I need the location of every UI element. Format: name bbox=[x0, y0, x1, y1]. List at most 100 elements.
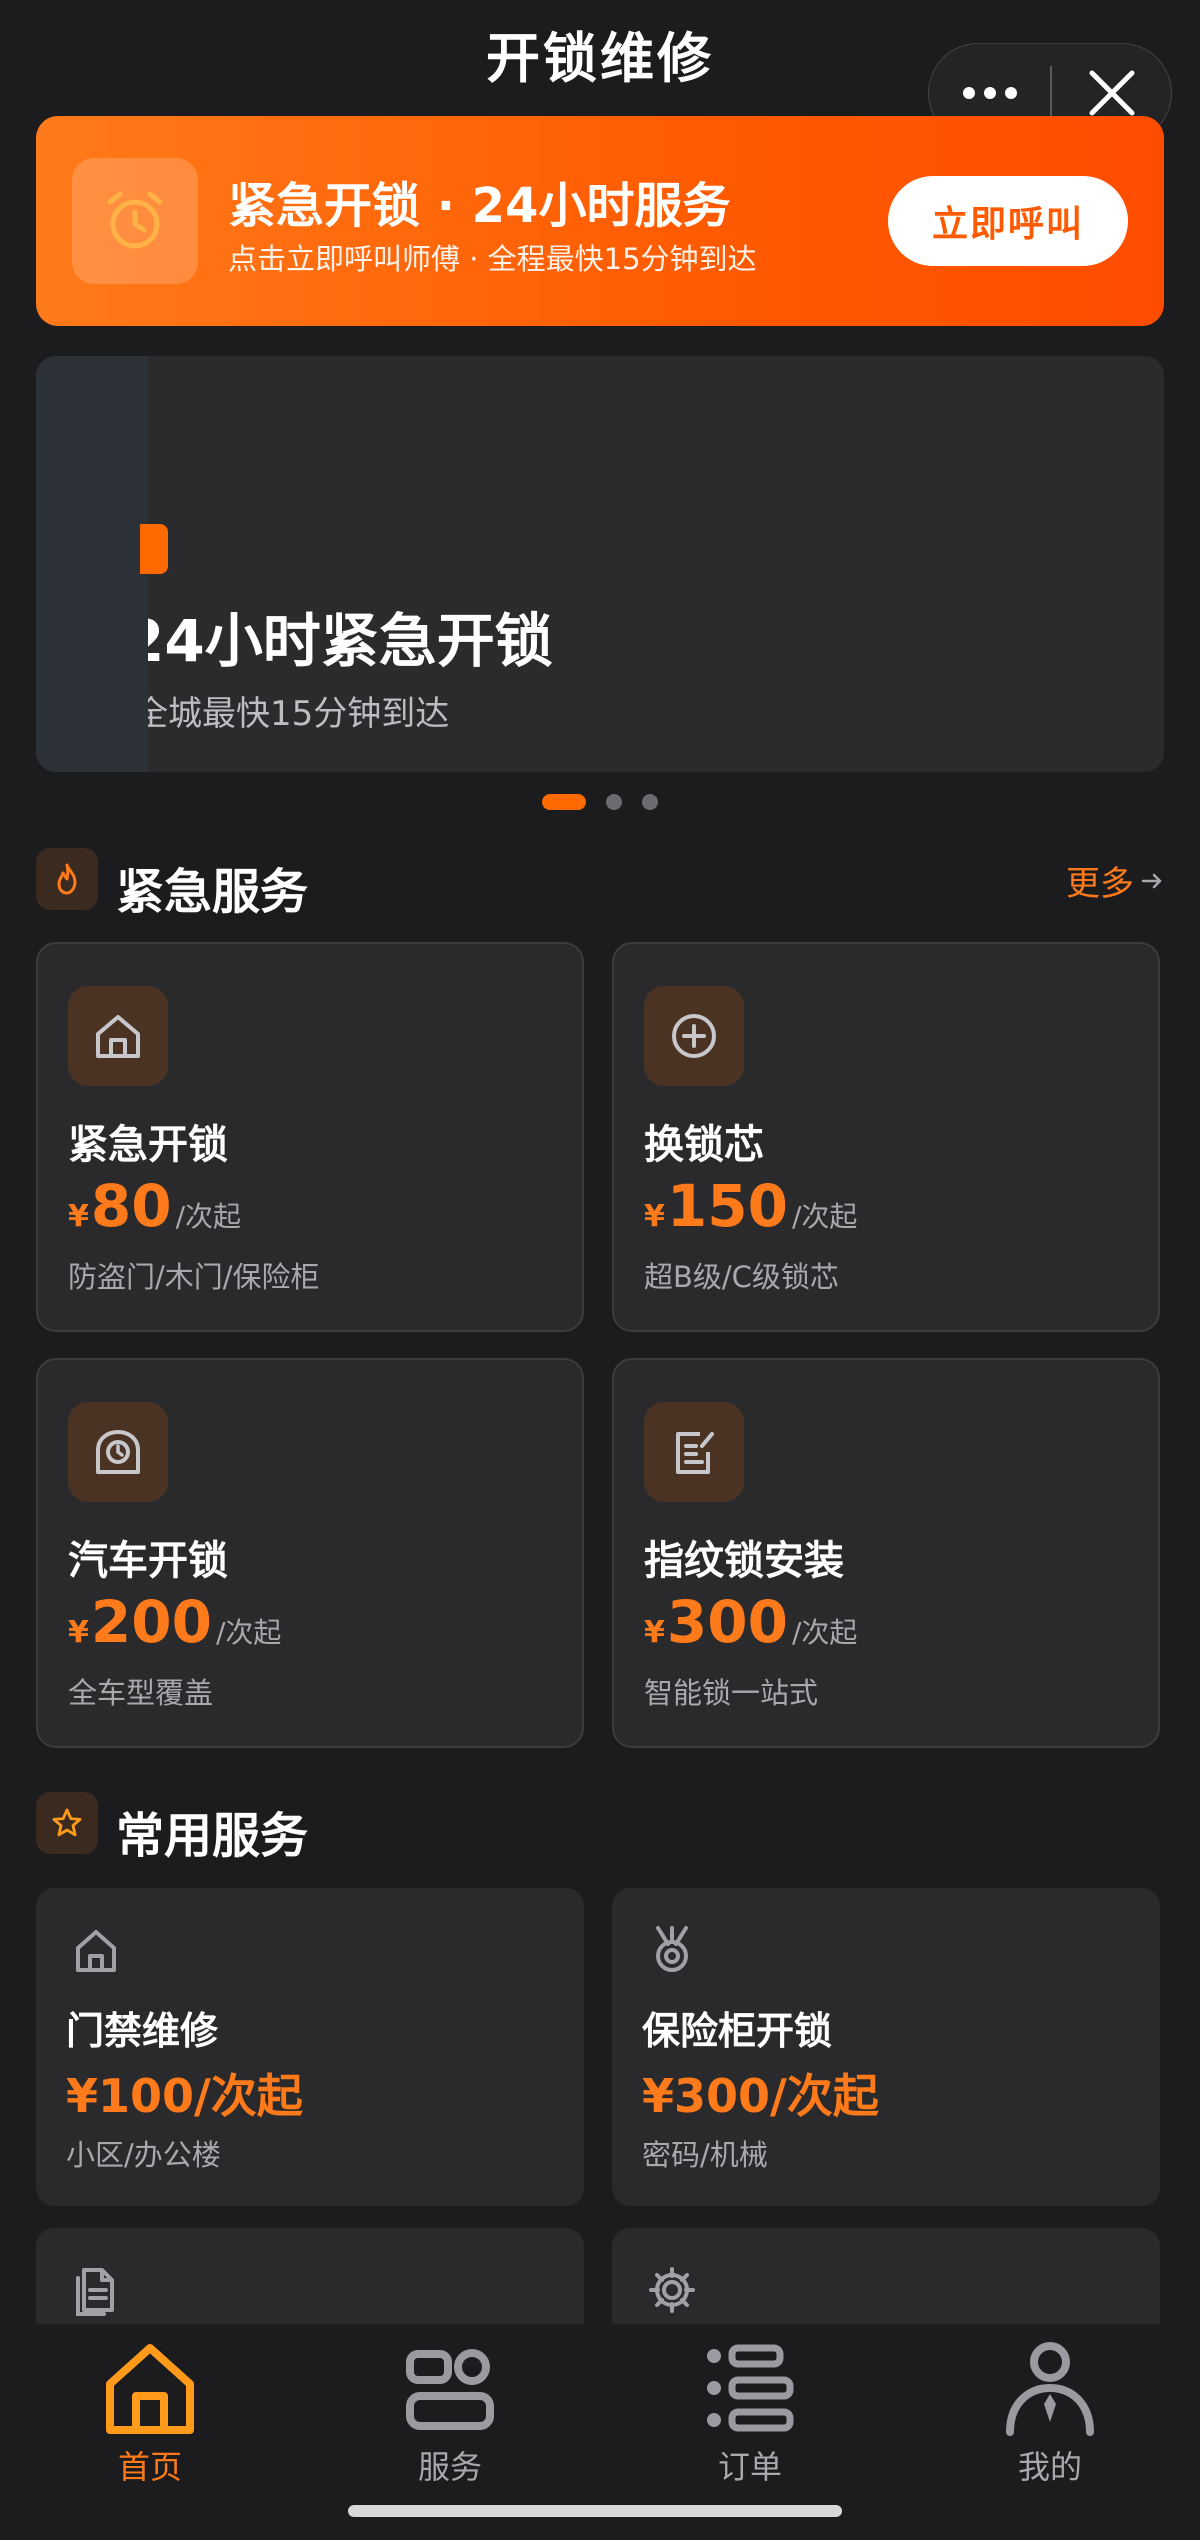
service-icon-box bbox=[68, 1402, 168, 1502]
tab-icon-box bbox=[400, 2338, 500, 2438]
service-price: ¥ 200 /次起 bbox=[68, 1588, 281, 1656]
currency-symbol: ¥ bbox=[644, 1199, 665, 1234]
common-service-price: ¥100/次起 bbox=[66, 2069, 303, 2123]
top-bar: 开锁维修 bbox=[0, 0, 1200, 143]
call-now-button[interactable]: 立即呼叫 bbox=[888, 176, 1128, 266]
price-unit: /次起 bbox=[215, 1616, 282, 1649]
house-icon bbox=[96, 1015, 140, 1058]
plus-circle-icon bbox=[672, 1014, 716, 1058]
tab-home[interactable]: 首页 bbox=[0, 2324, 300, 2486]
service-card-replace-cylinder[interactable]: 换锁芯 ¥ 150 /次起 超B级/C级锁芯 bbox=[612, 942, 1160, 1332]
medal-icon bbox=[656, 1926, 688, 1972]
currency-symbol: ¥ bbox=[644, 1615, 665, 1650]
price-amount: 150 bbox=[666, 1172, 788, 1240]
service-name: 换锁芯 bbox=[644, 1122, 764, 1168]
common-icon-box bbox=[66, 2260, 126, 2320]
order-list-icon bbox=[707, 2344, 794, 2432]
document-icon bbox=[76, 2268, 114, 2316]
profile-icon bbox=[1006, 2342, 1094, 2436]
common-service-description: 小区/办公楼 bbox=[66, 2138, 221, 2172]
service-description: 超B级/C级锁芯 bbox=[644, 1260, 839, 1294]
more-link[interactable]: 更多 bbox=[1066, 856, 1164, 905]
common-card-access-control[interactable]: 门禁维修 ¥100/次起 小区/办公楼 bbox=[36, 1888, 584, 2206]
common-service-price: ¥300/次起 bbox=[642, 2069, 879, 2123]
common-services-header: 常用服务 bbox=[36, 1792, 1164, 1864]
service-price: ¥ 80 /次起 bbox=[68, 1172, 241, 1240]
common-icon-box bbox=[642, 2260, 702, 2320]
star-icon bbox=[52, 1808, 82, 1837]
gear-icon bbox=[649, 2267, 695, 2313]
service-name: 汽车开锁 bbox=[68, 1538, 228, 1584]
section-title: 常用服务 bbox=[116, 1808, 309, 1864]
house-icon bbox=[76, 1930, 116, 1972]
tab-profile[interactable]: 我的 bbox=[900, 2324, 1200, 2486]
tab-services[interactable]: 服务 bbox=[300, 2324, 600, 2486]
tab-label: 首页 bbox=[117, 2448, 182, 2486]
service-card-fingerprint-lock[interactable]: 指纹锁安装 ¥ 300 /次起 智能锁一站式 bbox=[612, 1358, 1160, 1748]
flame-icon bbox=[57, 863, 77, 895]
emergency-services-header: 紧急服务 更多 bbox=[36, 848, 1164, 920]
carousel-dot[interactable] bbox=[642, 794, 658, 810]
section-icon-box bbox=[36, 848, 98, 910]
tab-label: 我的 bbox=[1017, 2448, 1082, 2486]
emergency-banner[interactable]: 紧急开锁 · 24小时服务 点击立即呼叫师傅 · 全程最快15分钟到达 立即呼叫 bbox=[36, 116, 1164, 326]
tab-label: 服务 bbox=[417, 2448, 482, 2486]
price-unit: /次起 bbox=[791, 1616, 858, 1649]
emergency-subtitle: 点击立即呼叫师傅 · 全程最快15分钟到达 bbox=[228, 242, 757, 276]
arrow-right-icon bbox=[1141, 873, 1162, 888]
slide-title: 24小时紧急开锁 bbox=[148, 607, 553, 675]
service-icon-box bbox=[68, 986, 168, 1086]
carousel-dot-active[interactable] bbox=[542, 794, 586, 810]
service-description: 全车型覆盖 bbox=[68, 1676, 214, 1710]
common-service-name: 门禁维修 bbox=[66, 2009, 219, 2053]
promo-carousel[interactable]: 24小时紧急开锁 全城最快15分钟到达 bbox=[36, 356, 1164, 772]
price-amount: 200 bbox=[90, 1588, 212, 1656]
carousel-indicator bbox=[0, 794, 1200, 810]
common-card-safe-unlock[interactable]: 保险柜开锁 ¥300/次起 密码/机械 bbox=[612, 1888, 1160, 2206]
more-dot-icon bbox=[983, 87, 996, 99]
more-dot-icon bbox=[1004, 87, 1017, 99]
home-indicator bbox=[348, 2505, 842, 2517]
slide-subtitle: 全城最快15分钟到达 bbox=[148, 694, 450, 734]
common-service-description: 密码/机械 bbox=[642, 2138, 768, 2172]
common-service-name: 保险柜开锁 bbox=[642, 2009, 833, 2053]
service-name: 指纹锁安装 bbox=[644, 1538, 844, 1584]
tab-orders[interactable]: 订单 bbox=[600, 2324, 900, 2486]
service-icon-box bbox=[644, 1402, 744, 1502]
price-amount: 80 bbox=[90, 1172, 172, 1240]
app-root: 开锁维修 紧急开锁 · 24小时服务 点击立即呼叫师傅 · 全程最快15分钟到达… bbox=[0, 0, 1200, 2540]
edit-doc-icon bbox=[676, 1432, 714, 1474]
service-icon-box bbox=[644, 986, 744, 1086]
common-icon-box bbox=[66, 1920, 126, 1980]
tab-icon-box bbox=[700, 2338, 800, 2438]
section-title: 紧急服务 bbox=[116, 864, 309, 920]
price-unit: /次起 bbox=[175, 1200, 242, 1233]
carousel-dot[interactable] bbox=[606, 794, 622, 810]
price-unit: /次起 bbox=[791, 1200, 858, 1233]
clock-badge-icon bbox=[96, 1430, 140, 1474]
previous-slide-edge bbox=[36, 356, 148, 772]
common-icon-box bbox=[642, 1920, 702, 1980]
emergency-icon-box bbox=[72, 158, 198, 284]
close-icon bbox=[1089, 70, 1134, 116]
section-icon-box bbox=[36, 1792, 98, 1854]
alarm-clock-icon bbox=[107, 191, 163, 249]
service-card-emergency-unlock[interactable]: 紧急开锁 ¥ 80 /次起 防盗门/木门/保险柜 bbox=[36, 942, 584, 1332]
tab-icon-box bbox=[100, 2338, 200, 2438]
tab-icon-box bbox=[1000, 2338, 1100, 2438]
emergency-title: 紧急开锁 · 24小时服务 bbox=[228, 178, 731, 234]
slide-tag bbox=[140, 524, 168, 574]
services-icon bbox=[406, 2349, 494, 2430]
tab-label: 订单 bbox=[717, 2448, 782, 2486]
service-price: ¥ 300 /次起 bbox=[644, 1588, 857, 1656]
service-description: 防盗门/木门/保险柜 bbox=[68, 1260, 320, 1294]
more-label: 更多 bbox=[1066, 864, 1134, 904]
more-dot-icon bbox=[962, 87, 975, 99]
currency-symbol: ¥ bbox=[68, 1615, 89, 1650]
price-amount: 300 bbox=[666, 1588, 788, 1656]
slide-content: 24小时紧急开锁 全城最快15分钟到达 bbox=[148, 356, 1164, 772]
currency-symbol: ¥ bbox=[68, 1199, 89, 1234]
service-price: ¥ 150 /次起 bbox=[644, 1172, 857, 1240]
service-card-car-unlock[interactable]: 汽车开锁 ¥ 200 /次起 全车型覆盖 bbox=[36, 1358, 584, 1748]
service-description: 智能锁一站式 bbox=[644, 1676, 819, 1710]
